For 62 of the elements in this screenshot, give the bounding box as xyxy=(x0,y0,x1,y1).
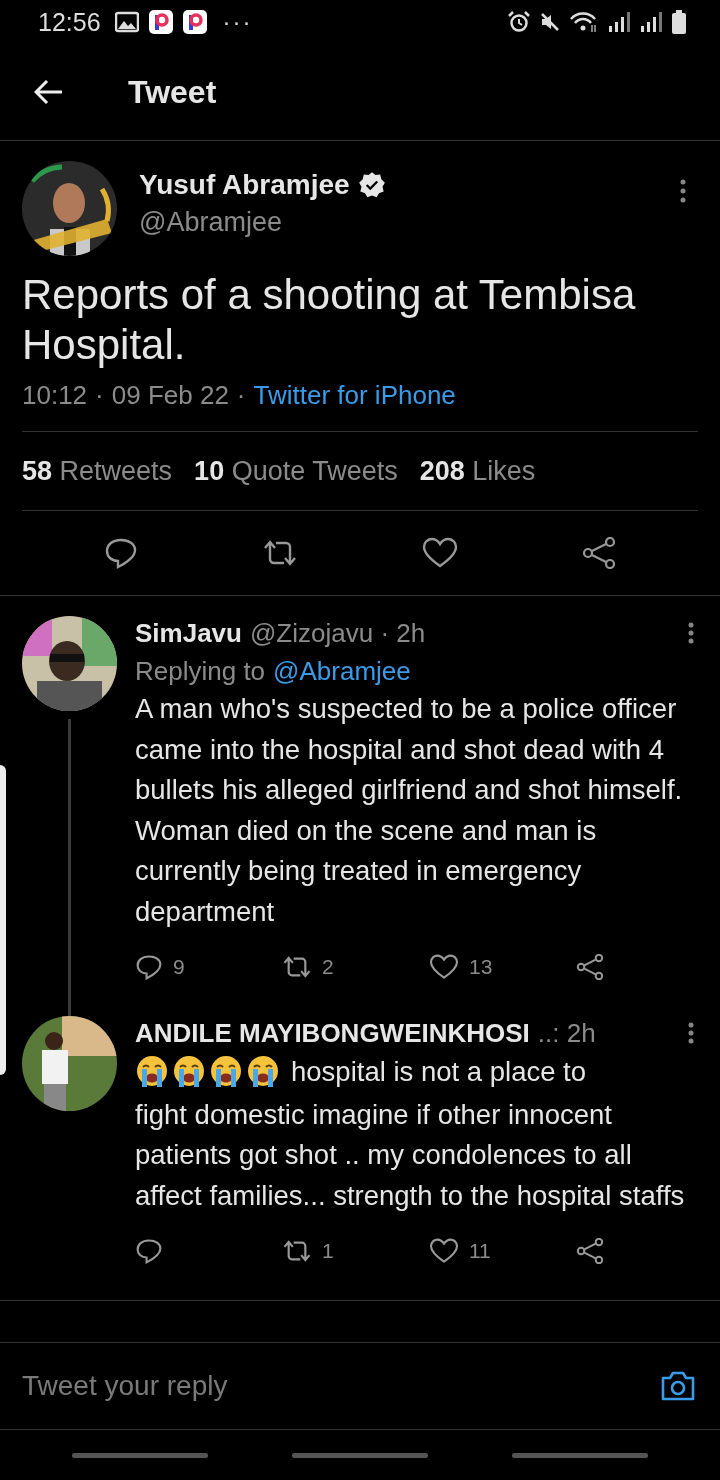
stat-count[interactable]: 10 Quote Tweets xyxy=(194,455,398,487)
recent-apps-button[interactable] xyxy=(72,1452,208,1458)
more-icon[interactable] xyxy=(688,1022,694,1044)
app-icon xyxy=(148,10,173,34)
reply-icon[interactable] xyxy=(135,1238,163,1264)
camera-icon[interactable] xyxy=(660,1370,696,1402)
share-icon[interactable] xyxy=(576,1238,604,1264)
reply-icon[interactable] xyxy=(135,954,163,980)
like-icon[interactable] xyxy=(429,954,459,980)
reply-text: fight domestic imagine if other innocent patients got shot .. my condolences to all affect families... strength to the hospital staffs xyxy=(135,1097,686,1213)
mention-link[interactable]: @Abramjee xyxy=(273,656,411,687)
status-time: 12:56 xyxy=(38,7,101,37)
back-button[interactable] xyxy=(512,1452,648,1458)
retweet-icon[interactable] xyxy=(262,539,298,567)
replying-to-label: Replying to xyxy=(135,656,266,687)
gallery-icon xyxy=(114,11,139,33)
like-icon[interactable] xyxy=(429,1238,459,1264)
author-name[interactable]: Yusuf Abramjee xyxy=(139,169,350,201)
crying-face-icon xyxy=(246,1055,280,1090)
author-handle[interactable]: @Abramjee xyxy=(139,207,658,238)
like-count: 11 xyxy=(469,1239,491,1263)
retweet-icon[interactable] xyxy=(282,1239,312,1263)
tweet-time: 10:12 xyxy=(22,380,88,411)
signal-icon xyxy=(640,12,662,32)
like-icon[interactable] xyxy=(422,537,458,569)
home-button[interactable] xyxy=(292,1452,428,1458)
separator-dot: · xyxy=(236,380,246,411)
more-icon[interactable] xyxy=(688,622,694,644)
signal-icon xyxy=(608,12,630,32)
reply-text: A man who's suspected to be a police officer came into the hospital and shot dead with 4 bullets his alleged girlfriend and shot himself. Woman died on the scene and man is currently being treated in emergency department xyxy=(135,692,684,929)
page-title: Tweet xyxy=(128,73,217,111)
alarm-icon xyxy=(508,11,530,33)
share-icon[interactable] xyxy=(582,537,616,569)
wifi-icon xyxy=(570,11,598,33)
more-notifications: ··· xyxy=(222,8,253,36)
separator-dot: · xyxy=(95,380,104,411)
reply-byline: @Zizojavu · 2h xyxy=(249,617,426,649)
retweet-count: 1 xyxy=(322,1239,334,1263)
tweet-date: 09 Feb 22 xyxy=(111,380,229,411)
reply-author-name[interactable]: ANDILE MAYIBONGWEINKHOSI xyxy=(135,1017,530,1049)
retweet-count: 2 xyxy=(322,955,334,979)
reply-count: 9 xyxy=(173,955,185,979)
more-icon[interactable] xyxy=(680,179,686,203)
retweet-icon[interactable] xyxy=(282,955,312,979)
stat-count[interactable]: 208 Likes xyxy=(419,455,536,487)
crying-face-icon xyxy=(135,1055,169,1090)
source-link[interactable]: Twitter for iPhone xyxy=(253,380,456,411)
like-count: 13 xyxy=(469,955,493,979)
stat-count[interactable]: 58 Retweets xyxy=(22,455,173,487)
share-icon[interactable] xyxy=(576,954,604,980)
tweet-text: Reports of a shooting at Tembisa Hospital. xyxy=(22,270,637,370)
reply-author-name[interactable]: SimJavu xyxy=(135,617,242,649)
reply-byline: ..: 2h xyxy=(537,1017,596,1049)
back-icon[interactable] xyxy=(34,79,64,105)
reply-text: hospital is not a place to xyxy=(291,1056,587,1089)
battery-icon xyxy=(672,10,686,34)
crying-face-icon xyxy=(172,1055,206,1090)
app-icon xyxy=(182,10,207,34)
reply-field[interactable]: Tweet your reply xyxy=(22,1370,660,1402)
reply-icon[interactable] xyxy=(104,537,138,569)
mute-icon xyxy=(540,12,560,32)
crying-face-icon xyxy=(209,1055,243,1090)
